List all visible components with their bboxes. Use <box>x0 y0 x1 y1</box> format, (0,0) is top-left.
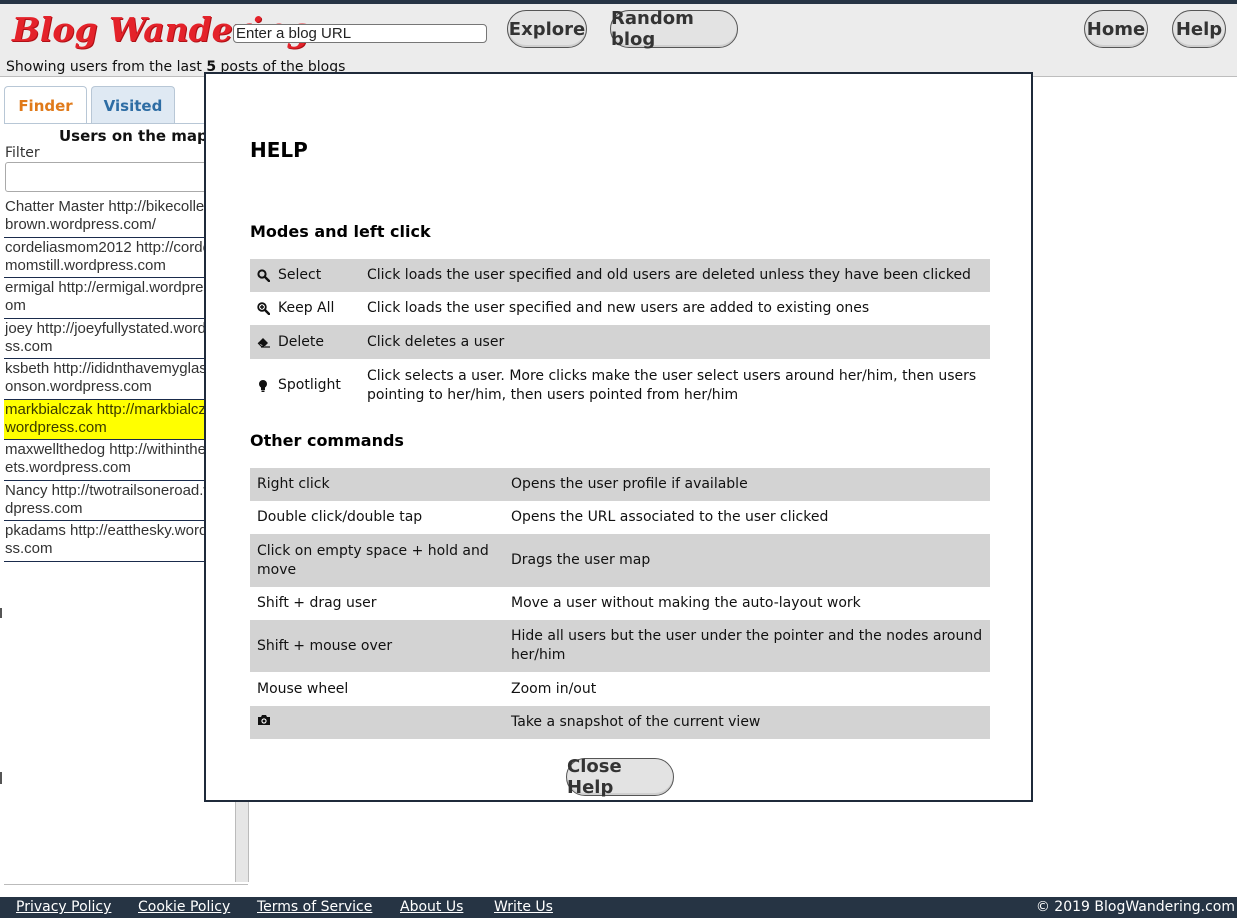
mode-row-delete: Delete Click deletes a user <box>250 325 990 359</box>
modes-section-title: Modes and left click <box>250 222 431 241</box>
command-description: Hide all users but the user under the po… <box>511 628 983 663</box>
command-row: Shift + drag user Move a user without ma… <box>250 587 990 620</box>
user-item[interactable]: Chatter Master http://bikecollectorbrown… <box>4 197 234 238</box>
mode-description: Click deletes a user <box>367 333 505 350</box>
lightbulb-icon <box>250 359 271 412</box>
mode-description: Click loads the user specified and old u… <box>367 267 971 283</box>
footer-link-about[interactable]: About Us <box>400 899 463 915</box>
user-item[interactable]: cordeliasmom2012 http://cordeliasmomstil… <box>4 238 234 278</box>
command-row: Shift + mouse over Hide all users but th… <box>250 620 990 672</box>
mode-description: Click selects a user. More clicks make t… <box>367 367 977 403</box>
close-help-button[interactable]: Close Help <box>566 756 674 798</box>
eraser-icon <box>250 325 271 359</box>
search-icon <box>250 259 271 292</box>
footer-link-cookie[interactable]: Cookie Policy <box>138 899 230 915</box>
footer-link-write[interactable]: Write Us <box>494 899 553 915</box>
user-item[interactable]: ermigal http://ermigal.wordpress.com <box>4 278 234 319</box>
sidebar-scrollbar[interactable] <box>235 800 249 882</box>
blog-url-input[interactable] <box>233 24 487 43</box>
explore-button[interactable]: Explore <box>507 10 587 48</box>
command-action: Shift + mouse over <box>257 637 393 654</box>
command-description: Opens the user profile if available <box>511 476 748 492</box>
mode-row-keep-all: Keep All Click loads the user specified … <box>250 292 990 325</box>
help-button[interactable]: Help <box>1172 10 1226 48</box>
command-description: Zoom in/out <box>511 680 597 697</box>
mode-name: Spotlight <box>278 377 341 393</box>
user-item[interactable]: Nancy http://twotrailsoneroad.wordpress.… <box>4 481 234 521</box>
home-button[interactable]: Home <box>1084 10 1148 48</box>
mode-name: Select <box>278 267 322 283</box>
command-action: Right click <box>257 476 330 492</box>
mode-row-spotlight: Spotlight Click selects a user. More cli… <box>250 359 990 412</box>
footer-link-terms[interactable]: Terms of Service <box>257 899 372 915</box>
showing-prefix: Showing users from the last <box>6 59 202 75</box>
user-item[interactable]: joey http://joeyfullystated.wordpress.co… <box>4 319 234 359</box>
copyright: © 2019 BlogWandering.com <box>1035 899 1235 915</box>
zoom-plus-icon <box>250 292 271 325</box>
command-row: Click on empty space + hold and move Dra… <box>250 534 990 587</box>
user-item-highlighted[interactable]: markbialczak http://markbialczak.wordpre… <box>4 399 234 440</box>
mode-row-select: Select Click loads the user specified an… <box>250 259 990 292</box>
header: Blog Wandering Explore Random blog Home … <box>0 4 1237 76</box>
help-dialog: HELP Modes and left click Select Click l… <box>204 72 1033 802</box>
tab-visited[interactable]: Visited <box>91 86 175 124</box>
command-description: Move a user without making the auto-layo… <box>511 595 861 611</box>
command-row: Double click/double tap Opens the URL as… <box>250 501 990 534</box>
footer: Privacy Policy Cookie Policy Terms of Se… <box>0 897 1237 918</box>
command-row: Take a snapshot of the current view <box>250 706 990 739</box>
user-item[interactable]: ksbeth http://ididnthavemyglassesonson.w… <box>4 359 234 400</box>
tab-finder[interactable]: Finder <box>4 86 87 124</box>
command-row: Right click Opens the user profile if av… <box>250 468 990 501</box>
random-blog-button[interactable]: Random blog <box>610 8 738 50</box>
tab-divider <box>4 123 206 124</box>
command-action: Mouse wheel <box>257 680 349 697</box>
users-list-title: Users on the map <box>59 127 208 145</box>
other-commands-title: Other commands <box>250 431 404 450</box>
camera-icon <box>250 706 504 739</box>
help-title: HELP <box>250 138 308 162</box>
command-action: Shift + drag user <box>257 595 377 611</box>
command-description: Drags the user map <box>511 552 651 568</box>
map-edge-mark <box>0 608 2 618</box>
user-list: Chatter Master http://bikecollectorbrown… <box>4 197 234 562</box>
user-item[interactable]: maxwellthedog http://withinthestreets.wo… <box>4 440 234 481</box>
filter-input[interactable] <box>5 162 235 192</box>
modes-table: Select Click loads the user specified an… <box>250 259 990 412</box>
command-action: Click on empty space + hold and move <box>257 542 489 578</box>
map-edge-mark <box>0 772 2 784</box>
user-item[interactable]: pkadams http://eatthesky.wordpress.com <box>4 521 234 562</box>
command-row: Mouse wheel Zoom in/out <box>250 672 990 706</box>
commands-table: Right click Opens the user profile if av… <box>250 468 990 739</box>
mode-name: Delete <box>278 333 324 350</box>
mode-name: Keep All <box>278 300 335 316</box>
command-description: Opens the URL associated to the user cli… <box>511 509 829 525</box>
command-action: Double click/double tap <box>257 509 423 525</box>
mode-description: Click loads the user specified and new u… <box>367 300 870 316</box>
filter-label: Filter <box>5 145 40 161</box>
command-description: Take a snapshot of the current view <box>511 714 761 730</box>
sidebar-bottom-border <box>4 884 248 885</box>
footer-link-privacy[interactable]: Privacy Policy <box>16 899 111 915</box>
